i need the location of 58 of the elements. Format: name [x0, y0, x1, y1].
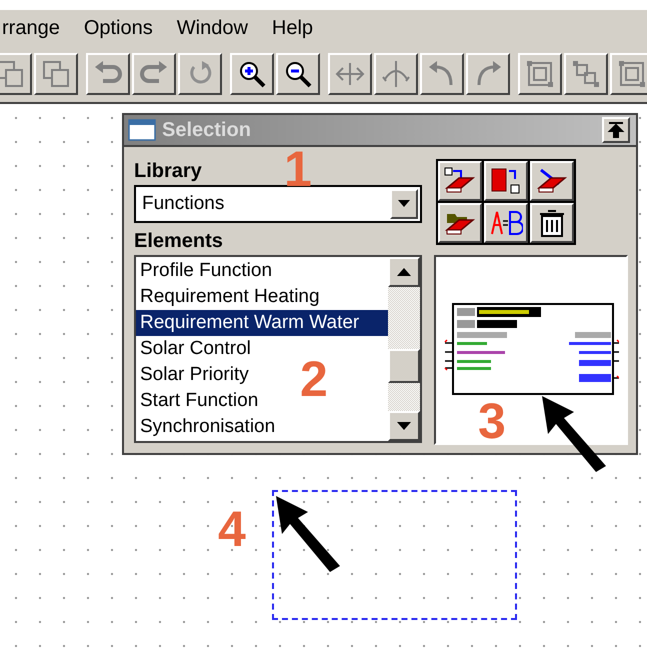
toolbar-button[interactable]	[518, 53, 562, 95]
list-item[interactable]: Start Function	[136, 388, 258, 414]
list-item[interactable]: Synchronisation	[136, 414, 276, 440]
flip-vertical-icon	[381, 59, 411, 89]
toolbar-button[interactable]	[564, 53, 608, 95]
group-icon	[617, 59, 647, 89]
toolbar-button[interactable]	[374, 53, 418, 95]
menu-item[interactable]: rrange	[2, 16, 60, 40]
toolbar-button[interactable]	[132, 53, 176, 95]
toolbar-button[interactable]	[86, 53, 130, 95]
elements-label: Elements	[134, 229, 223, 253]
annotation-number: 4	[218, 504, 246, 554]
copy-icon	[0, 59, 25, 89]
toolbar-button[interactable]	[420, 53, 464, 95]
tool-button[interactable]	[530, 203, 574, 243]
tool-button[interactable]	[438, 203, 482, 243]
scroll-thumb[interactable]	[388, 349, 420, 383]
zoom-in-icon	[237, 59, 267, 89]
pin-button[interactable]	[602, 117, 630, 143]
compare-icon	[489, 208, 523, 238]
window-icon	[128, 119, 156, 141]
pin-icon	[607, 121, 625, 139]
scroll-down-button[interactable]	[388, 411, 420, 441]
toolbar-button[interactable]	[610, 53, 647, 95]
toolbar-button[interactable]	[328, 53, 372, 95]
down-arrow-icon	[397, 422, 411, 430]
window-title: Selection	[162, 118, 252, 142]
ungroup-icon	[571, 59, 601, 89]
caret-icon	[398, 200, 410, 208]
list-item[interactable]: Requirement Heating	[136, 284, 320, 310]
tool-button[interactable]	[484, 203, 528, 243]
scroll-up-button[interactable]	[388, 257, 420, 287]
tool-button[interactable]	[438, 161, 482, 201]
list-item[interactable]: Solar Control	[136, 336, 251, 362]
annotation-number: 2	[300, 354, 328, 404]
zoom-out-icon	[283, 59, 313, 89]
toolbar-button[interactable]	[34, 53, 78, 95]
list-item[interactable]: Profile Function	[136, 258, 272, 284]
toolbar-button[interactable]	[230, 53, 274, 95]
up-arrow-icon	[397, 268, 411, 276]
menu-item[interactable]: Options	[84, 16, 153, 40]
toolbar-button[interactable]	[276, 53, 320, 95]
library-label: Library	[134, 159, 202, 183]
toolbar-button[interactable]	[466, 53, 510, 95]
toolbar-button[interactable]	[178, 53, 222, 95]
menu-item[interactable]: Window	[176, 16, 248, 40]
annotation-number: 3	[478, 396, 506, 446]
copy-icon	[41, 59, 71, 89]
toolbar-button[interactable]	[0, 53, 32, 95]
tool-button[interactable]	[530, 161, 574, 201]
menu-item[interactable]: Help	[272, 16, 314, 40]
list-item[interactable]: Requirement Warm Water	[136, 310, 388, 336]
tool-button[interactable]	[484, 161, 528, 201]
group-icon	[525, 59, 555, 89]
scrollbar[interactable]	[388, 257, 420, 441]
dropdown-button[interactable]	[390, 189, 418, 219]
library-dropdown[interactable]: Functions	[134, 185, 422, 223]
list-item[interactable]: Solar Priority	[136, 362, 249, 388]
